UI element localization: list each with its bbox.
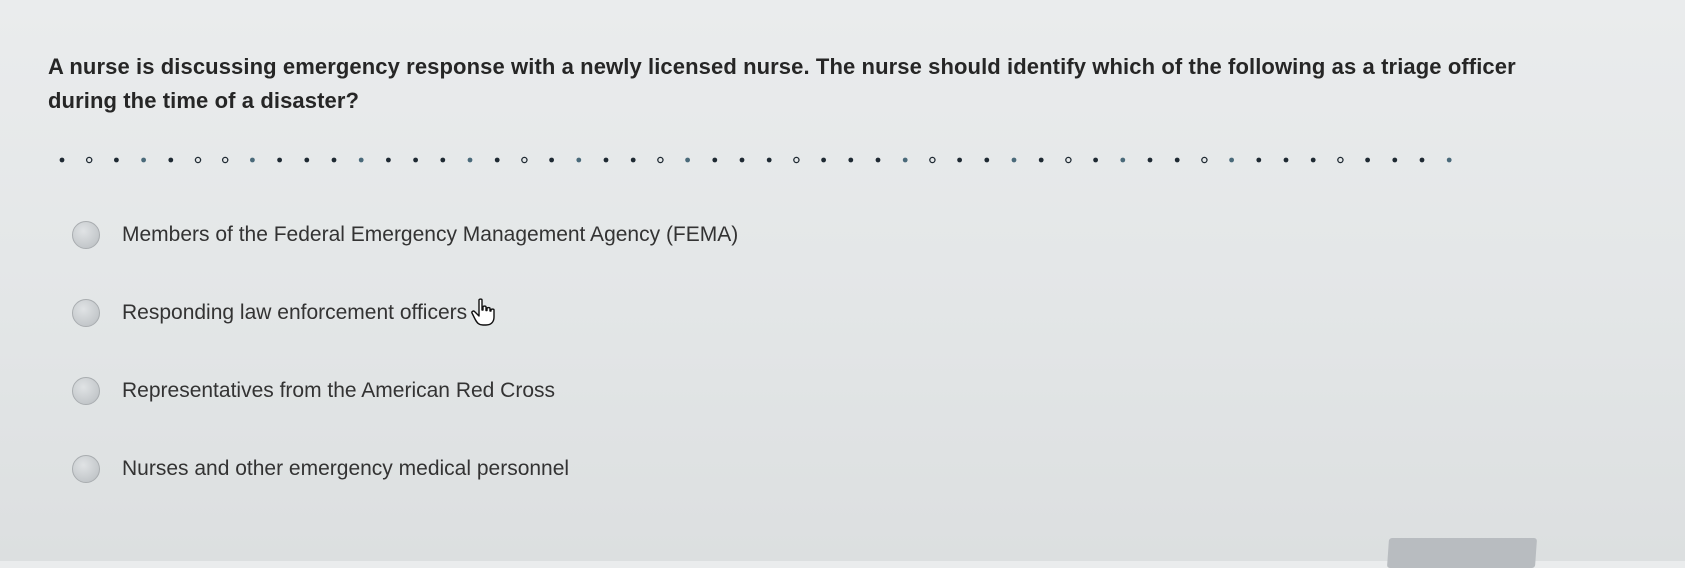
divider-dot [821, 157, 826, 163]
divider-dot [221, 156, 229, 164]
divider-dot [277, 157, 282, 163]
divider-dot [984, 157, 990, 163]
divider-dot [1065, 156, 1072, 164]
divider-dot [114, 157, 119, 163]
answer-option-label: Nurses and other emergency medical perso… [122, 457, 570, 480]
divider-dot [1365, 157, 1370, 163]
divider-dot [1011, 157, 1017, 163]
radio-icon[interactable] [72, 455, 100, 483]
radio-icon[interactable] [72, 299, 100, 327]
answer-option-nurses[interactable]: Nurses and other emergency medical perso… [72, 446, 972, 492]
divider-dot [521, 156, 528, 164]
divider-dot [848, 157, 854, 163]
divider-dot [1229, 157, 1234, 163]
divider-dot [1392, 157, 1398, 163]
answer-option-red-cross[interactable]: Representatives from the American Red Cr… [72, 368, 972, 414]
divider-dot [685, 157, 690, 163]
divider-dot [1283, 157, 1289, 163]
hand-pointer-icon [470, 298, 496, 326]
divider-dot [766, 157, 772, 163]
divider-dot [85, 156, 93, 164]
divider-dot [929, 156, 936, 164]
divider-dot [630, 157, 636, 163]
answer-option-label: Representatives from the American Red Cr… [122, 379, 556, 402]
divider-dot [1310, 157, 1316, 163]
divider-dot [467, 157, 473, 163]
divider-dot [1038, 157, 1044, 163]
answer-option-label: Members of the Federal Emergency Managem… [122, 223, 739, 246]
dotted-divider-graphic [59, 156, 1452, 164]
divider-dot [331, 157, 337, 163]
divider-dot [1337, 156, 1344, 164]
divider-dot [413, 157, 418, 163]
divider-dot [549, 157, 554, 163]
divider-dot [358, 157, 364, 163]
divider-dot [902, 157, 908, 163]
dotted-divider [58, 150, 1588, 170]
divider-dot [603, 157, 609, 163]
answer-options-list: Members of the Federal Emergency Managem… [72, 212, 972, 524]
divider-dot [386, 157, 391, 163]
divider-dot [440, 157, 446, 163]
divider-dot [1174, 157, 1180, 163]
divider-dot [739, 157, 745, 163]
divider-dot [59, 157, 65, 163]
divider-dot [194, 156, 202, 164]
divider-dot [168, 157, 174, 163]
divider-dot [712, 157, 718, 163]
radio-icon[interactable] [72, 377, 100, 405]
divider-dot [576, 157, 582, 163]
divider-dot [1256, 157, 1262, 163]
answer-option-law-enforcement[interactable]: Responding law enforcement officers [72, 290, 972, 336]
radio-icon[interactable] [72, 221, 100, 249]
divider-dot [875, 157, 881, 163]
divider-dot [304, 157, 310, 163]
divider-dot [141, 157, 146, 163]
divider-dot [1120, 157, 1126, 163]
divider-dot [250, 157, 255, 163]
answer-option-label: Responding law enforcement officers [122, 301, 468, 324]
divider-dot [793, 156, 800, 164]
next-button-edge[interactable] [1386, 538, 1538, 568]
divider-dot [1147, 157, 1153, 163]
divider-dot [1446, 157, 1452, 163]
divider-dot [657, 156, 664, 164]
divider-dot [957, 157, 962, 163]
quiz-page: A nurse is discussing emergency response… [0, 0, 1685, 568]
divider-dot [1093, 157, 1098, 163]
question-text: A nurse is discussing emergency response… [48, 54, 1516, 113]
answer-option-fema[interactable]: Members of the Federal Emergency Managem… [72, 212, 972, 258]
divider-dot [1201, 156, 1208, 164]
divider-dot [494, 157, 500, 163]
divider-dot [1419, 157, 1425, 163]
